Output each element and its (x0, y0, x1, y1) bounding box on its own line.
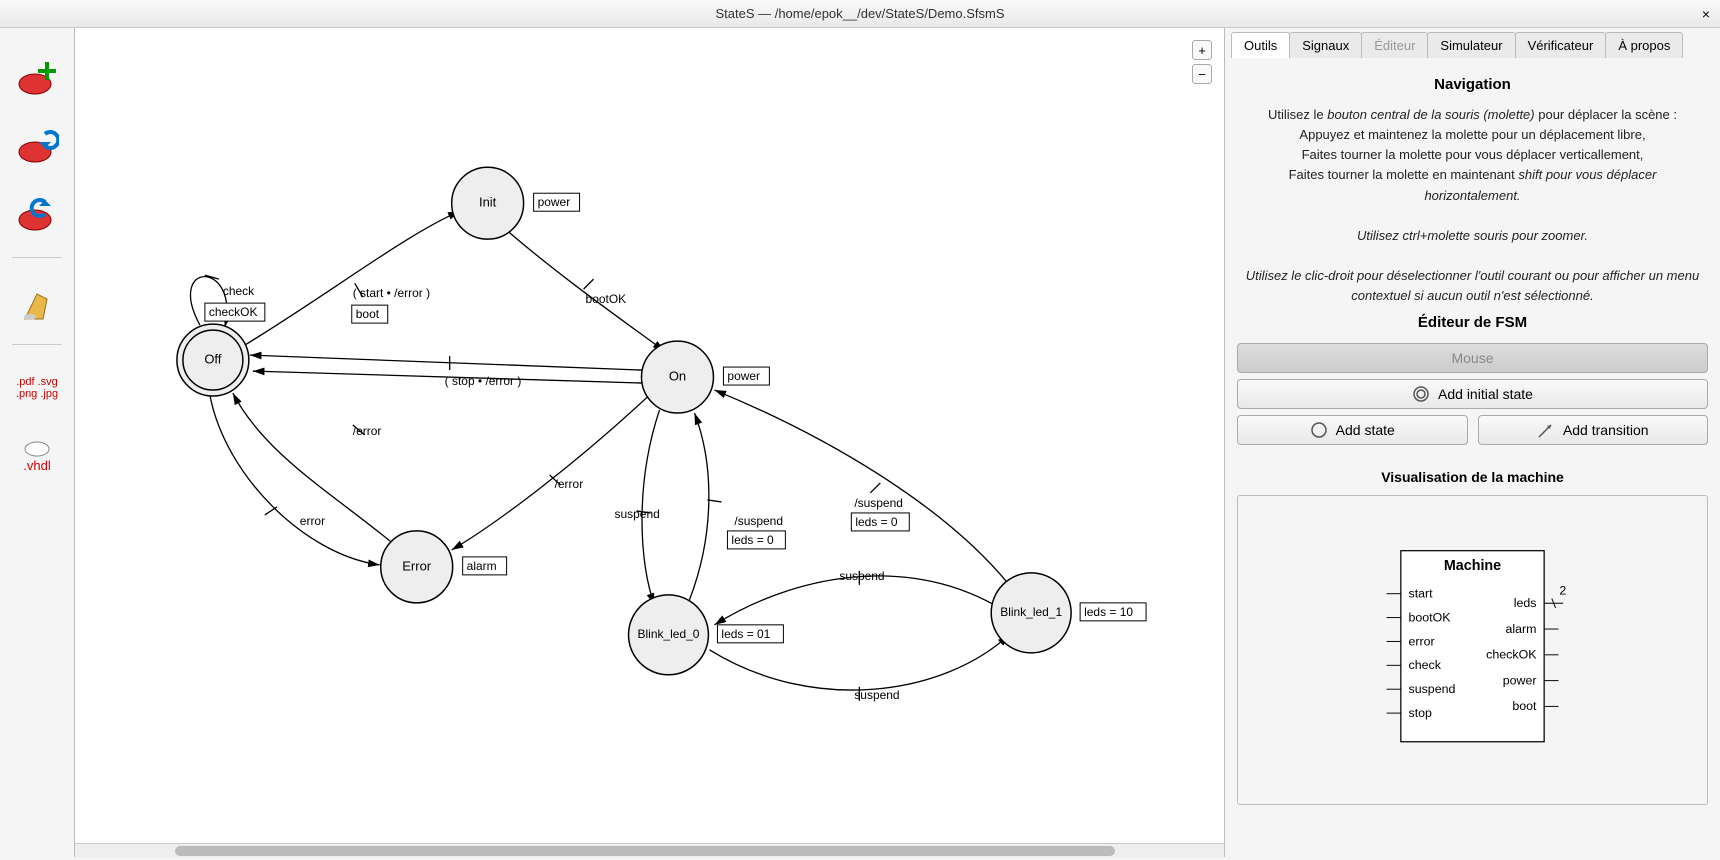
new-file-button[interactable] (12, 53, 62, 103)
state-blink-led-1[interactable]: Blink_led_1 (1000, 605, 1062, 619)
svg-text:bootOK: bootOK (1408, 611, 1451, 625)
state-icon (1310, 421, 1328, 439)
initial-state-icon (1412, 385, 1430, 403)
transition-label: ( stop • /error ) (445, 374, 522, 388)
fsm-editor-heading: Éditeur de FSM (1237, 314, 1708, 331)
state-output: power (538, 195, 571, 209)
tab-verificateur[interactable]: Vérificateur (1515, 32, 1607, 58)
export-vhdl-button[interactable]: .vhdl (12, 431, 62, 481)
tab-simulateur[interactable]: Simulateur (1427, 32, 1515, 58)
state-off[interactable]: Off (204, 351, 221, 366)
scrollbar-thumb[interactable] (175, 846, 1115, 856)
open-file-button[interactable] (12, 121, 62, 171)
state-on[interactable]: On (669, 368, 686, 383)
state-output: leds = 01 (721, 627, 770, 641)
state-output: alarm (467, 559, 497, 573)
clear-button[interactable] (12, 276, 62, 326)
zoom-out-button[interactable]: − (1192, 64, 1212, 84)
right-panel: Outils Signaux Éditeur Simulateur Vérifi… (1225, 28, 1720, 857)
svg-text:check: check (1408, 659, 1441, 673)
window-titlebar: StateS — /home/epok__/dev/StateS/Demo.Sf… (0, 0, 1720, 28)
transition-label: suspend (839, 569, 884, 583)
svg-text:start: start (1408, 587, 1433, 601)
transition-action: leds = 0 (731, 533, 774, 547)
svg-text:2: 2 (1559, 584, 1566, 598)
transition-action: leds = 0 (855, 515, 898, 529)
svg-text:alarm: alarm (1505, 622, 1536, 636)
export-pdf-label: .pdf .svg (16, 376, 58, 388)
window-close-button[interactable]: × (1702, 6, 1710, 22)
svg-text:stop: stop (1408, 706, 1432, 720)
add-transition-button[interactable]: Add transition (1478, 415, 1709, 445)
transition-action: boot (356, 307, 380, 321)
transition-label: ( start • /error ) (353, 286, 430, 300)
export-vhdl-label: .vhdl (23, 458, 50, 473)
add-initial-state-button[interactable]: Add initial state (1237, 379, 1708, 409)
state-output: power (727, 369, 760, 383)
tab-outils[interactable]: Outils (1231, 32, 1290, 58)
window-title: StateS — /home/epok__/dev/StateS/Demo.Sf… (715, 6, 1004, 21)
svg-text:power: power (1503, 674, 1537, 688)
panel-tabs: Outils Signaux Éditeur Simulateur Vérifi… (1231, 32, 1714, 58)
export-image-button[interactable]: .pdf .svg .png .jpg (12, 363, 62, 413)
transition-icon (1537, 421, 1555, 439)
nav-heading: Navigation (1237, 76, 1708, 93)
transition-label: suspend (615, 507, 660, 521)
tab-editeur: Éditeur (1361, 32, 1428, 58)
transition-label: /error (555, 477, 584, 491)
state-blink-led-0[interactable]: Blink_led_0 (638, 627, 700, 641)
svg-text:boot: boot (1512, 700, 1537, 714)
toolbar-divider (12, 344, 62, 345)
transition-label: error (300, 514, 325, 528)
left-toolbar: .pdf .svg .png .jpg .vhdl (0, 28, 75, 857)
transition-label: /suspend (734, 514, 783, 528)
machine-viz-heading: Visualisation de la machine (1237, 469, 1708, 485)
transition-label: /suspend (854, 496, 903, 510)
machine-visualization: Machine start bootOK error check suspend… (1237, 495, 1708, 805)
state-init[interactable]: Init (479, 195, 497, 210)
svg-text:error: error (1408, 635, 1434, 649)
svg-text:leds: leds (1514, 596, 1537, 610)
transition-label: check (223, 284, 254, 298)
transition-label: bootOK (586, 292, 627, 306)
zoom-in-button[interactable]: + (1192, 40, 1212, 60)
nav-help-text: Utilisez le bouton central de la souris … (1237, 105, 1708, 306)
machine-title: Machine (1444, 558, 1501, 574)
state-output: leds = 10 (1084, 605, 1133, 619)
save-file-button[interactable] (12, 189, 62, 239)
state-error[interactable]: Error (402, 558, 432, 573)
tab-apropos[interactable]: À propos (1605, 32, 1683, 58)
mouse-tool-button[interactable]: Mouse (1237, 343, 1708, 373)
toolbar-divider (12, 257, 62, 258)
diagram-canvas[interactable]: + − check ( start • /error ) boot bo (75, 28, 1225, 857)
svg-text:suspend: suspend (1408, 682, 1455, 696)
transition-label: /error (353, 424, 382, 438)
transition-label: suspend (854, 688, 899, 702)
horizontal-scrollbar[interactable] (75, 843, 1224, 857)
state-output: checkOK (209, 305, 258, 319)
export-png-label: .png .jpg (16, 388, 58, 400)
add-state-button[interactable]: Add state (1237, 415, 1468, 445)
svg-text:checkOK: checkOK (1486, 648, 1537, 662)
tab-signaux[interactable]: Signaux (1289, 32, 1362, 58)
